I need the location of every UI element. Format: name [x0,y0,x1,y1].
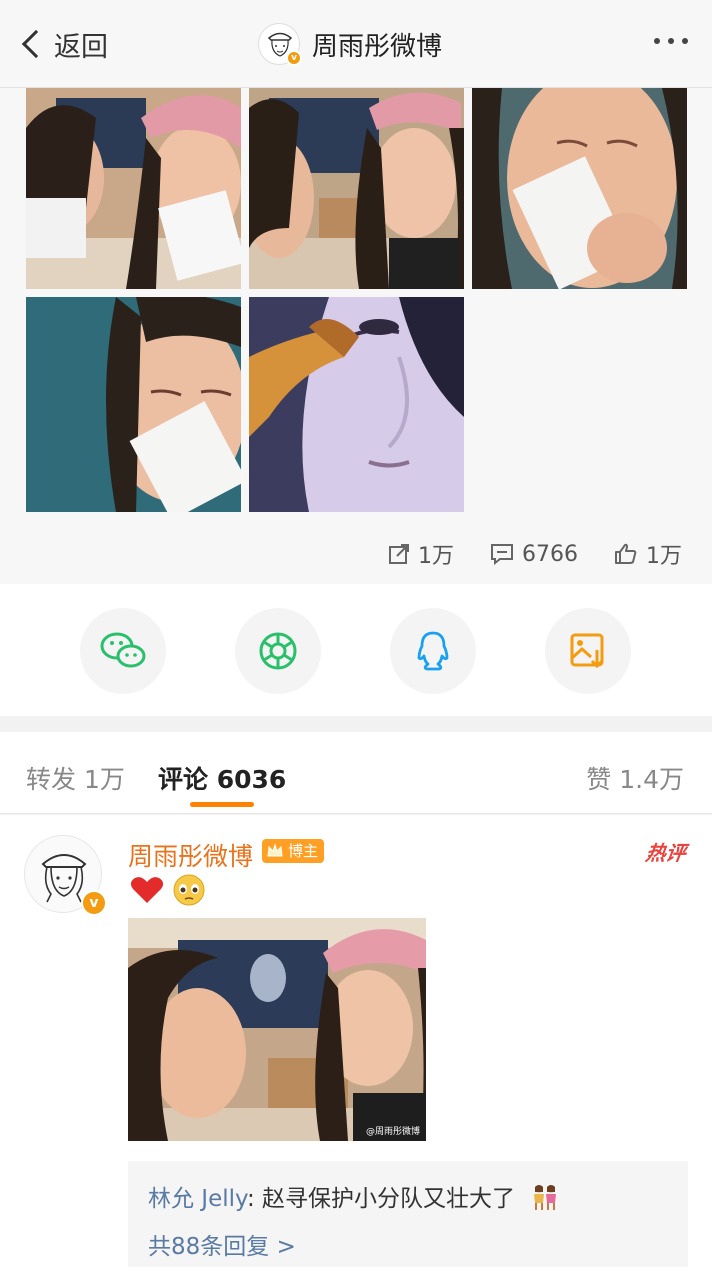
repost-count: 1万 [418,544,454,569]
crown-icon [267,843,283,857]
pleading-face-icon [173,874,205,906]
comment-icon [491,544,513,565]
heart-icon [130,877,164,903]
repost-icon [389,544,409,564]
back-label: 返回 [54,31,108,63]
share-bar [0,584,712,716]
like-stat[interactable]: 1万 [614,538,682,570]
share-moments-button[interactable] [235,608,321,694]
share-qq-button[interactable] [390,608,476,694]
reply-username[interactable]: 林允 Jelly [148,1186,247,1212]
page-title: 周雨彤微博 [312,31,443,62]
comment-author-name[interactable]: 周雨彤微博 [128,837,253,873]
back-button[interactable]: 返回 [18,24,108,64]
comment-count: 6766 [522,541,578,567]
chevron-left-icon [21,29,51,59]
avatar: v [258,23,302,66]
comment-photo-image [128,918,426,1141]
post-photo-5[interactable] [249,297,464,512]
host-badge: 博主 [262,839,325,863]
post-photo-1[interactable] [26,88,241,289]
more-dots-icon[interactable] [654,38,688,44]
tab-repost[interactable]: 转发 1万 [26,760,125,796]
post-stats: 1万 6766 1万 [388,538,682,570]
comment-avatar[interactable]: v [24,835,107,916]
reply-line: 林允 Jelly: 赵寻保护小分队又壮大了 [148,1179,668,1213]
verified-badge-icon: v [81,890,107,916]
hot-comment-badge: 热评 [644,841,688,865]
comment-emojis [130,873,206,907]
comment-item: v 周雨彤微博 博主 热评 @周雨彤微博 林允 Jelly: 赵寻保护小分队又壮… [0,815,712,1280]
post-body: 1万 6766 1万 [0,88,712,584]
reply-preview[interactable]: 林允 Jelly: 赵寻保护小分队又壮大了 共88条回复 > [128,1161,688,1267]
post-photo-2[interactable] [249,88,464,289]
top-nav-bar: 返回 v 周雨彤微博 [0,0,712,88]
active-tab-indicator [190,802,254,807]
view-all-replies-link[interactable]: 共88条回复 > [148,1227,668,1261]
comment-stat[interactable]: 6766 [490,542,578,567]
image-watermark: @周雨彤微博 [365,1127,420,1137]
post-photo-3[interactable] [472,88,687,289]
wechat-icon [100,632,146,668]
comment-photo[interactable]: @周雨彤微博 [128,918,426,1141]
tab-bar: 转发 1万 评论 6036 赞 1.4万 [0,732,712,814]
moments-icon [259,632,297,670]
thumbs-up-icon [615,543,637,564]
share-wechat-button[interactable] [80,608,166,694]
tab-comment[interactable]: 评论 6036 [158,760,286,796]
host-badge-label: 博主 [288,842,319,860]
post-photo-4[interactable] [26,297,241,512]
page-title-group[interactable]: v 周雨彤微博 [258,22,442,66]
verified-badge-icon: v [286,50,302,66]
two-girls-emoji-icon [534,1185,557,1210]
reply-text: : 赵寻保护小分队又壮大了 [246,1186,516,1212]
tab-like[interactable]: 赞 1.4万 [586,760,684,796]
like-count: 1万 [646,544,682,569]
save-image-icon [570,633,604,669]
qq-icon [417,631,449,671]
repost-stat[interactable]: 1万 [388,538,454,570]
save-image-button[interactable] [545,608,631,694]
